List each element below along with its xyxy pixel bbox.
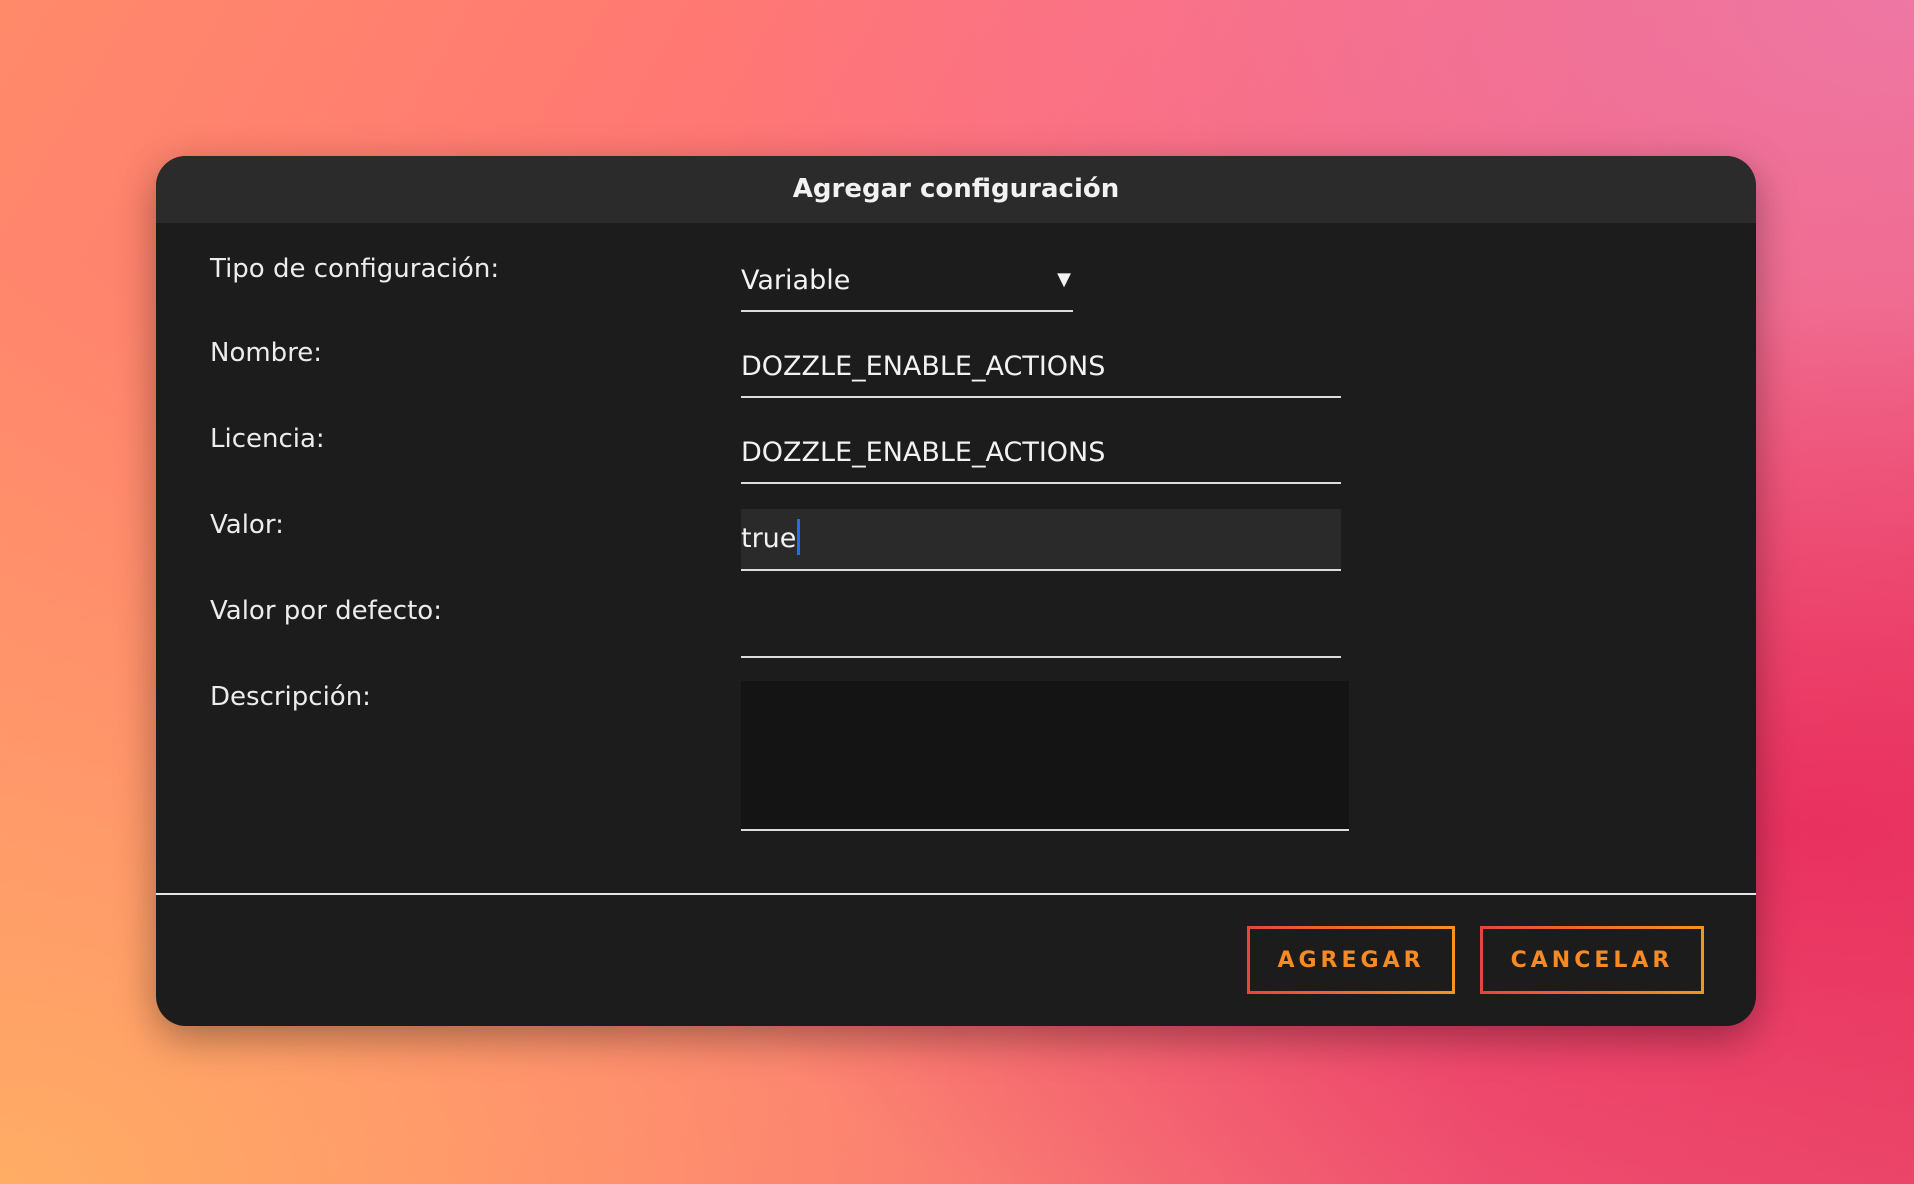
name-value: DOZZLE_ENABLE_ACTIONS — [741, 351, 1106, 382]
dialog-title: Agregar configuración — [792, 173, 1120, 204]
name-label: Nombre: — [210, 338, 323, 368]
default-value-label: Valor por defecto: — [210, 596, 442, 626]
value-label: Valor: — [210, 510, 284, 540]
add-button[interactable]: AGREGAR — [1247, 926, 1455, 994]
description-label: Descripción: — [210, 682, 371, 712]
config-type-label: Tipo de configuración: — [210, 254, 500, 284]
name-field[interactable]: DOZZLE_ENABLE_ACTIONS — [741, 342, 1341, 398]
dialog-titlebar: Agregar configuración — [156, 156, 1756, 223]
value-text: true — [741, 523, 797, 554]
cancel-button[interactable]: CANCELAR — [1480, 926, 1704, 994]
config-type-select[interactable]: Variable ▼ — [741, 256, 1073, 312]
default-value-field[interactable] — [741, 600, 1341, 658]
dropdown-arrow-icon: ▼ — [1057, 269, 1071, 290]
config-type-value: Variable — [741, 265, 851, 296]
license-label: Licencia: — [210, 424, 325, 454]
footer-divider — [156, 893, 1756, 895]
license-field[interactable]: DOZZLE_ENABLE_ACTIONS — [741, 428, 1341, 484]
text-caret — [797, 519, 801, 555]
value-text-wrap: true — [741, 519, 801, 555]
add-config-dialog: Agregar configuración Tipo de configurac… — [156, 156, 1756, 1026]
description-textarea[interactable] — [741, 681, 1349, 831]
license-value: DOZZLE_ENABLE_ACTIONS — [741, 437, 1106, 468]
value-field[interactable]: true — [741, 509, 1341, 571]
